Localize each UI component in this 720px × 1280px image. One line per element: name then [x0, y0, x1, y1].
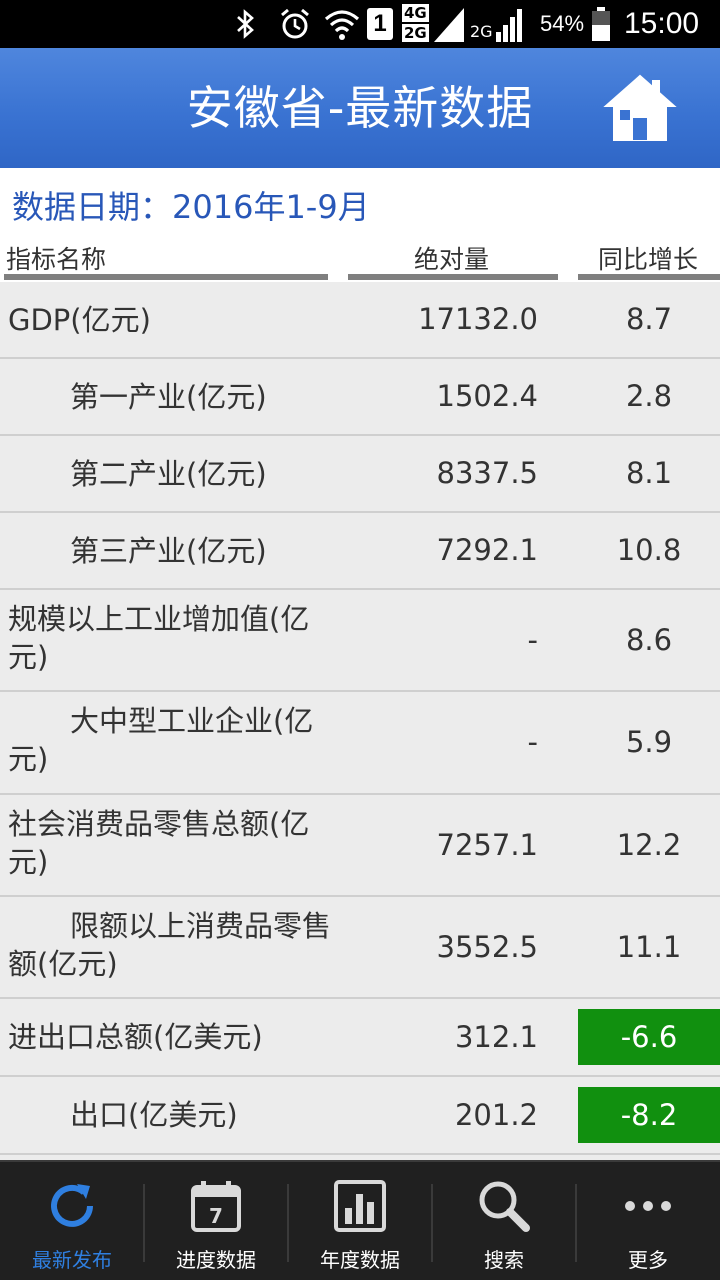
network-2g-signal-icon: 2G: [470, 0, 528, 48]
row-indicator-name: 出口(亿美元): [70, 1098, 238, 1132]
column-divider-growth: [578, 274, 720, 280]
nav-item-search[interactable]: 搜索: [432, 1162, 576, 1280]
column-header-value: 绝对量: [414, 245, 490, 274]
row-growth: 8.1: [625, 456, 673, 490]
wifi-icon: [322, 0, 362, 48]
home-icon: [603, 74, 677, 141]
table-row[interactable]: 大中型工业企业(亿元) - 5.9: [0, 692, 720, 795]
row-growth: 11.1: [616, 930, 682, 964]
nav-label-progress: 进度数据: [176, 1248, 256, 1272]
title-bar: 安徽省-最新数据: [0, 48, 720, 168]
row-growth-negative: -8.2: [578, 1087, 720, 1143]
row-absolute-value: 201.2: [454, 1098, 538, 1132]
nav-item-more[interactable]: 更多: [576, 1162, 720, 1280]
nav-label-annual: 年度数据: [320, 1248, 400, 1272]
sim-slot-number: 1: [373, 10, 387, 37]
refresh-icon: [51, 1184, 93, 1227]
nav-label-latest: 最新发布: [32, 1248, 112, 1272]
column-header-name: 指标名称: [6, 245, 107, 274]
row-indicator-name: 第一产业(亿元): [70, 379, 267, 414]
network-type-bottom: 2G: [402, 24, 429, 42]
row-indicator-name: 第二产业(亿元): [70, 456, 267, 491]
column-divider-name: [4, 274, 328, 280]
row-absolute-value: 8337.5: [436, 456, 538, 490]
nav-item-annual[interactable]: 年度数据: [288, 1162, 432, 1280]
row-absolute-value: -: [527, 623, 538, 657]
row-growth: 2.8: [625, 379, 673, 413]
nav-item-progress[interactable]: 7 进度数据: [144, 1162, 288, 1280]
battery-percent: 54%: [540, 11, 585, 36]
row-growth: 12.2: [616, 828, 682, 862]
bluetooth-icon: [232, 0, 260, 48]
nav-label-more: 更多: [628, 1248, 668, 1272]
date-line: 数据日期：2016年1-9月: [0, 168, 720, 240]
row-growth: 5.9: [625, 725, 673, 759]
clock: 15:00: [624, 7, 700, 40]
row-growth: 10.8: [616, 533, 682, 567]
bar-chart-icon: [334, 1180, 386, 1232]
table-row[interactable]: GDP(亿元) 17132.0 8.7: [0, 282, 720, 359]
table-row[interactable]: 规模以上工业增加值(亿元) - 8.6: [0, 590, 720, 692]
row-absolute-value: 7292.1: [436, 533, 538, 567]
status-bar: 1 4G 2G 2G 54% 15:00: [0, 0, 720, 48]
table-row[interactable]: 第二产业(亿元) 8337.5 8.1: [0, 436, 720, 513]
column-divider-value: [348, 274, 558, 280]
row-absolute-value: -: [527, 725, 538, 759]
row-absolute-value: 1502.4: [436, 379, 538, 413]
more-icon: [625, 1201, 671, 1211]
network-4g-signal-icon: 4G 2G: [402, 0, 466, 48]
row-growth-negative: -6.6: [578, 1009, 720, 1065]
row-indicator-name: 社会消费品零售总额(亿元): [8, 807, 310, 879]
row-absolute-value: 7257.1: [436, 828, 538, 862]
calendar-day-number: 7: [209, 1204, 223, 1228]
search-icon: [479, 1181, 530, 1232]
row-growth: 8.6: [625, 623, 673, 657]
row-indicator-name: 限额以上消费品零售额(亿元): [8, 909, 332, 981]
network-type-top: 4G: [402, 4, 429, 22]
row-indicator-name: 大中型工业企业(亿元): [8, 704, 314, 776]
table-row[interactable]: 社会消费品零售总额(亿元) 7257.1 12.2: [0, 795, 720, 897]
row-absolute-value: 17132.0: [418, 302, 538, 336]
column-header-growth: 同比增长: [598, 245, 699, 274]
row-growth: 8.7: [625, 302, 673, 336]
nav-item-latest[interactable]: 最新发布: [0, 1162, 144, 1280]
alarm-icon: [276, 0, 314, 48]
network-type-2g: 2G: [470, 22, 493, 41]
bottom-navigation: 最新发布 7 进度数据 年度数据 搜索 更多: [0, 1160, 720, 1280]
sim-card-icon: 1: [366, 0, 394, 48]
table-row[interactable]: 第三产业(亿元) 7292.1 10.8: [0, 513, 720, 590]
calendar-icon: 7: [191, 1181, 241, 1232]
row-absolute-value: 312.1: [454, 1020, 538, 1054]
table-row[interactable]: 第一产业(亿元) 1502.4 2.8: [0, 359, 720, 436]
row-indicator-name: GDP(亿元): [8, 302, 151, 337]
table-header: 指标名称 绝对量 同比增长: [0, 240, 720, 282]
row-indicator-name: 进出口总额(亿美元): [8, 1020, 263, 1054]
row-indicator-name: 第三产业(亿元): [70, 533, 267, 568]
data-date: 数据日期：2016年1-9月: [12, 188, 370, 226]
battery-icon: [590, 0, 612, 48]
row-indicator-name: 规模以上工业增加值(亿元): [8, 602, 310, 674]
table-row[interactable]: 进出口总额(亿美元) 312.1 -6.6: [0, 999, 720, 1077]
nav-label-search: 搜索: [484, 1248, 524, 1272]
row-absolute-value: 3552.5: [436, 930, 538, 964]
home-button[interactable]: [600, 70, 680, 146]
table-row[interactable]: 限额以上消费品零售额(亿元) 3552.5 11.1: [0, 897, 720, 999]
table-row[interactable]: 出口(亿美元) 201.2 -8.2: [0, 1077, 720, 1155]
